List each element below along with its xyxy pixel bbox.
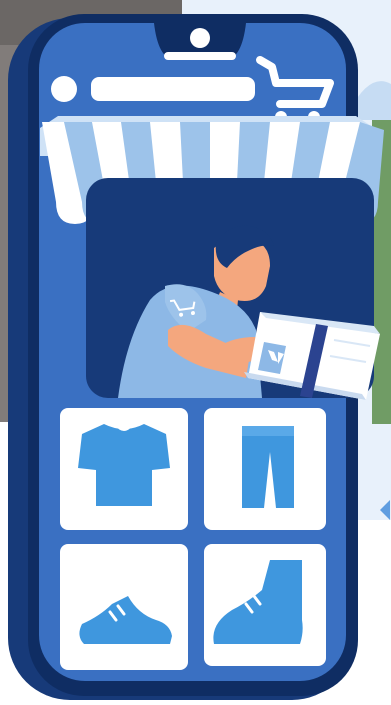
ecommerce-illustration [0,0,391,705]
pants-waistband [242,426,294,436]
illustration-canvas [0,0,391,705]
speaker-grille [164,52,236,60]
camera-icon [190,28,210,48]
user-dot-icon [51,76,77,102]
search-bar-icon [91,77,255,101]
